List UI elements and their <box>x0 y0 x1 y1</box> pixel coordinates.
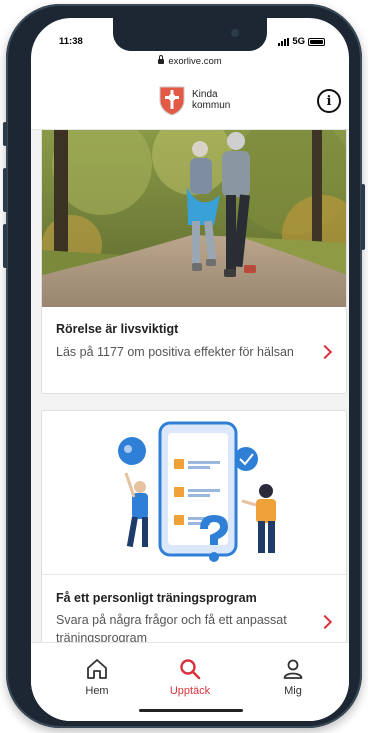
address-bar[interactable]: exorlive.com <box>31 55 349 67</box>
bottom-tab-bar: Hem Upptäck Mig <box>31 642 349 721</box>
info-button[interactable]: i <box>317 89 341 113</box>
chevron-right-icon[interactable] <box>317 344 333 360</box>
coat-of-arms-icon <box>159 86 185 116</box>
questionnaire-illustration <box>42 411 346 575</box>
camera <box>231 29 239 37</box>
logo-line1: Kinda <box>192 89 218 100</box>
lock-icon <box>158 55 165 64</box>
tab-home[interactable]: Hem <box>57 657 137 697</box>
person-icon <box>283 659 303 679</box>
logo-line2: kommun <box>192 100 231 111</box>
content-scroll-area[interactable]: Rörelse är livsviktigt Läs på 1177 om po… <box>31 130 349 642</box>
network-label: 5G <box>292 36 305 47</box>
status-time: 11:38 <box>59 36 83 47</box>
signal-icon <box>278 37 290 46</box>
mute-switch <box>3 122 7 146</box>
app-header: Kinda kommun i <box>31 74 349 130</box>
card-description: Läs på 1177 om positiva effekter för häl… <box>56 345 294 359</box>
screen: 11:38 5G exorlive.com Kinda kommun i Rör… <box>31 18 349 721</box>
search-icon <box>180 659 201 680</box>
card-training-program[interactable]: Få ett personligt träningsprogram Svara … <box>41 410 347 642</box>
tab-label: Hem <box>85 685 109 697</box>
card-description: Svara på några frågor och få ett anpassa… <box>56 613 287 642</box>
volume-up-button <box>3 168 7 212</box>
phone-frame: 11:38 5G exorlive.com Kinda kommun i Rör… <box>3 4 365 728</box>
home-indicator[interactable] <box>139 709 243 712</box>
url-text: exorlive.com <box>168 56 222 67</box>
kinda-kommun-logo[interactable]: Kinda kommun <box>157 84 230 116</box>
info-icon: i <box>326 93 332 109</box>
card-exercise[interactable]: Rörelse är livsviktigt Läs på 1177 om po… <box>41 130 347 394</box>
tab-label: Mig <box>284 685 302 697</box>
notch <box>113 18 267 51</box>
volume-down-button <box>3 224 7 268</box>
battery-icon <box>308 37 325 46</box>
tab-discover[interactable]: Upptäck <box>150 657 230 697</box>
walking-couple-photo <box>42 130 346 307</box>
card-title: Rörelse är livsviktigt <box>56 322 179 336</box>
home-icon <box>87 659 107 679</box>
power-button <box>361 184 365 250</box>
card-title: Få ett personligt träningsprogram <box>56 591 257 605</box>
chevron-right-icon[interactable] <box>317 614 333 630</box>
tab-label: Upptäck <box>169 685 211 697</box>
tab-me[interactable]: Mig <box>253 657 333 697</box>
